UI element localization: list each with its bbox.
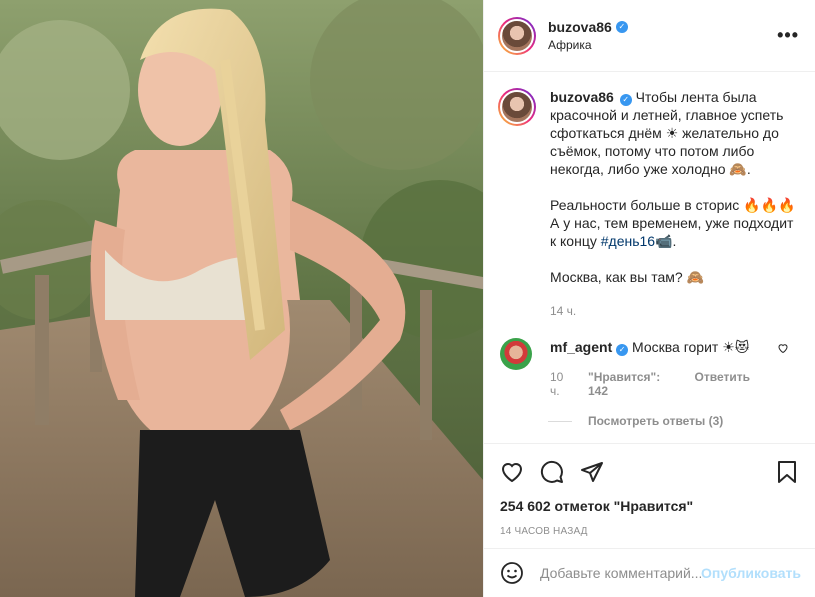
- caption-time[interactable]: 14 ч.: [550, 302, 799, 320]
- caption-avatar[interactable]: [498, 88, 536, 126]
- author-avatar[interactable]: [498, 16, 536, 55]
- share-icon[interactable]: [580, 460, 604, 484]
- view-replies-label[interactable]: Посмотреть ответы (3): [588, 414, 723, 428]
- comment-text: Москва горит ☀😻: [632, 339, 750, 355]
- bookmark-icon[interactable]: [775, 460, 799, 484]
- caption-hashtag[interactable]: #день16: [601, 233, 655, 249]
- add-comment-bar: Добавьте комментарий... Опубликовать: [484, 548, 815, 597]
- post-sidebar: buzova86 ✓ Африка ••• buzova86 ✓ Чтобы л…: [483, 0, 815, 597]
- comment-time[interactable]: 10 ч.: [550, 370, 576, 398]
- post-photo[interactable]: [0, 0, 483, 597]
- post-age[interactable]: 14 часов назад: [500, 526, 799, 537]
- caption: buzova86 ✓ Чтобы лента была красочной и …: [498, 88, 799, 320]
- comment-icon[interactable]: [540, 460, 564, 484]
- comments-list: buzova86 ✓ Чтобы лента была красочной и …: [484, 72, 815, 442]
- reply-button[interactable]: Ответить: [695, 370, 750, 398]
- caption-username[interactable]: buzova86: [550, 89, 614, 105]
- author-username[interactable]: buzova86: [548, 19, 612, 35]
- caption-emoji: 📹.: [655, 233, 677, 249]
- post-header: buzova86 ✓ Африка •••: [484, 0, 815, 72]
- replies-divider: [548, 420, 572, 422]
- verified-badge-icon: ✓: [615, 21, 628, 33]
- verified-badge-icon: ✓: [616, 344, 629, 356]
- comment-item: mf_agent ✓ Москва горит ☀😻 10 ч. "Нравит…: [498, 338, 799, 398]
- post-location[interactable]: Африка: [548, 38, 777, 52]
- commenter-username[interactable]: mf_agent: [550, 339, 612, 355]
- more-options-icon[interactable]: •••: [777, 25, 799, 46]
- post-view: buzova86 ✓ Африка ••• buzova86 ✓ Чтобы л…: [0, 0, 815, 597]
- post-actions: 254 602 отметок "Нравится" 14 часов наза…: [484, 443, 815, 537]
- comment-input[interactable]: Добавьте комментарий...: [540, 565, 701, 581]
- emoji-icon[interactable]: [500, 561, 524, 585]
- caption-text-3: Москва, как вы там? 🙈: [550, 269, 704, 285]
- photo-illustration: [0, 0, 483, 597]
- likes-count[interactable]: 254 602 отметок "Нравится": [500, 498, 799, 514]
- comment-like-heart-icon[interactable]: [777, 342, 789, 354]
- publish-button[interactable]: Опубликовать: [701, 565, 801, 581]
- commenter-avatar[interactable]: [500, 338, 532, 370]
- heart-icon[interactable]: [500, 460, 524, 484]
- verified-badge-icon: ✓: [619, 94, 632, 106]
- comment-likes[interactable]: "Нравится": 142: [588, 370, 683, 398]
- view-replies[interactable]: Посмотреть ответы (3): [548, 414, 799, 428]
